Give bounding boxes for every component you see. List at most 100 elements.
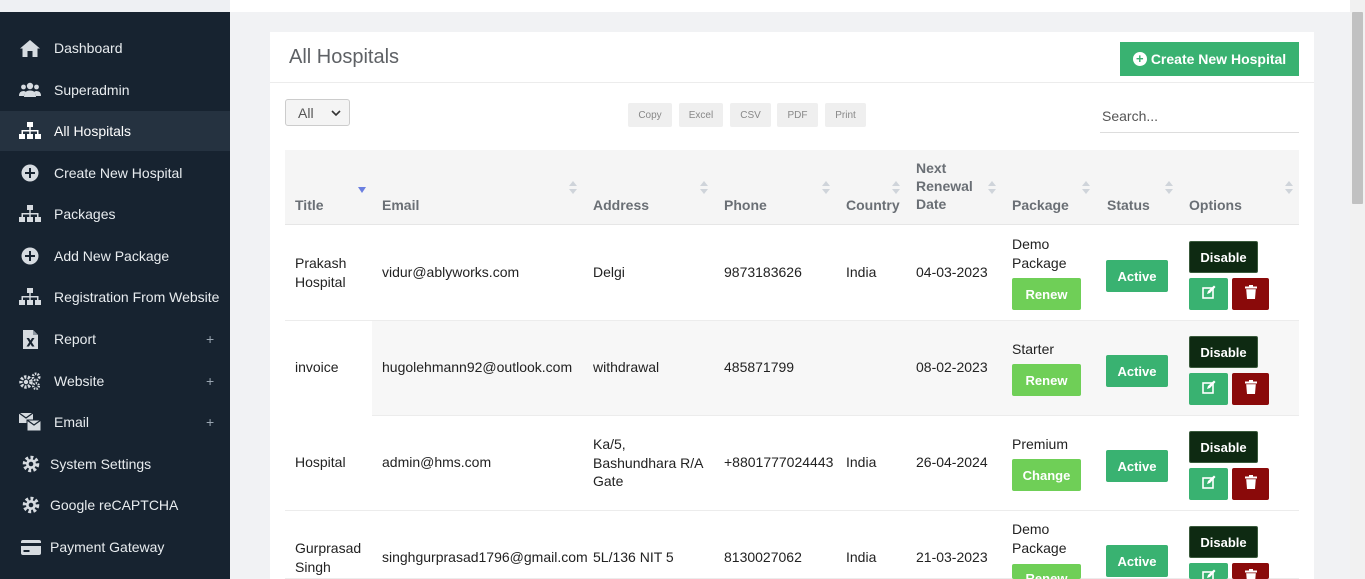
renew-button[interactable]: Renew (1012, 564, 1081, 579)
expand-icon[interactable]: + (206, 331, 214, 347)
sidebar-item-registration-from-website[interactable]: Registration From Website (0, 277, 230, 317)
sort-icon[interactable] (1165, 181, 1173, 195)
column-header-options[interactable]: Options (1189, 196, 1242, 214)
sidebar-item-create-new-hospital[interactable]: Create New Hospital (0, 153, 230, 193)
column-header-country[interactable]: Country (846, 196, 900, 214)
page-length-select[interactable]: All (285, 99, 350, 126)
pdf-button[interactable]: PDF (777, 103, 818, 127)
hospital-phone: +8801777024443 (724, 454, 834, 470)
hospital-phone: 8130027062 (724, 549, 802, 565)
sidebar-item-label: System Settings (50, 456, 152, 472)
hospital-package: Demo Package (1012, 521, 1067, 556)
sidebar-item-system-settings[interactable]: System Settings (0, 444, 230, 484)
page-length-value: All (298, 104, 314, 121)
sidebar-item-all-hospitals[interactable]: All Hospitals (0, 111, 230, 151)
renew-button[interactable]: Renew (1012, 278, 1081, 310)
page-title: All Hospitals (289, 46, 400, 68)
renew-button[interactable]: Renew (1012, 364, 1081, 396)
disable-button[interactable]: Disable (1189, 431, 1258, 463)
hospital-title: Gurprasad Singh (295, 540, 362, 575)
sort-icon[interactable] (1082, 181, 1090, 195)
hospital-address: 5L/136 NIT 5 (593, 549, 674, 565)
sidebar-item-dashboard[interactable]: Dashboard (0, 28, 230, 68)
sort-icon[interactable] (822, 181, 830, 195)
plus-circle-icon (19, 246, 41, 266)
hospital-address: Ka/5, Bashundhara R/A Gate (593, 436, 704, 489)
edit-button[interactable] (1189, 468, 1228, 500)
hospital-email: vidur@ablyworks.com (382, 264, 520, 280)
sort-icon[interactable] (892, 181, 900, 195)
hospital-renewal-date: 26-04-2024 (916, 454, 988, 470)
sidebar-item-label: Create New Hospital (54, 165, 183, 181)
sidebar-item-google-recaptcha[interactable]: Google reCAPTCHA (0, 485, 230, 525)
sidebar-item-packages[interactable]: Packages (0, 194, 230, 234)
delete-button[interactable] (1232, 373, 1269, 405)
sidebar-item-label: Report (54, 331, 97, 347)
edit-button[interactable] (1189, 278, 1228, 310)
sort-icon[interactable] (1285, 181, 1293, 195)
delete-button[interactable] (1232, 563, 1269, 579)
credit-card-icon (20, 537, 42, 557)
create-new-hospital-button[interactable]: + Create New Hospital (1120, 42, 1299, 76)
change-button[interactable]: Change (1012, 459, 1081, 491)
hospital-email: hugolehmann92@outlook.com (382, 359, 573, 375)
sitemap-icon (19, 121, 41, 141)
hospital-address: Delgi (593, 264, 625, 280)
edit-button[interactable] (1189, 563, 1228, 579)
print-button[interactable]: Print (825, 103, 866, 127)
chevron-down-icon (331, 106, 341, 122)
create-button-label: Create New Hospital (1150, 51, 1287, 67)
column-header-address[interactable]: Address (593, 196, 649, 214)
sidebar-item-label: Add New Package (54, 248, 170, 264)
column-header-email[interactable]: Email (382, 196, 419, 214)
disable-button[interactable]: Disable (1189, 526, 1258, 558)
sort-icon[interactable] (569, 181, 577, 195)
sidebar-item-report[interactable]: Report + (0, 319, 230, 359)
plus-circle-icon: + (1132, 52, 1147, 66)
excel-button[interactable]: Excel (679, 103, 723, 127)
sidebar-item-payment-gateway[interactable]: Payment Gateway (0, 527, 230, 567)
csv-button[interactable]: CSV (730, 103, 771, 127)
disable-button[interactable]: Disable (1189, 336, 1258, 368)
sidebar-item-superadmin[interactable]: Superadmin (0, 70, 230, 110)
sidebar-item-email[interactable]: Email + (0, 402, 230, 442)
sidebar-item-website[interactable]: Website + (0, 361, 230, 401)
delete-button[interactable] (1232, 278, 1269, 310)
status-badge[interactable]: Active (1106, 545, 1168, 577)
hospital-email: singhgurprasad1796@gmail.com (382, 549, 588, 565)
search-input[interactable] (1100, 100, 1299, 133)
sidebar: Dashboard Superadmin All Hospitals Creat… (0, 12, 230, 579)
copy-button[interactable]: Copy (628, 103, 672, 127)
column-header-status[interactable]: Status (1107, 196, 1150, 214)
sidebar-item-label: Registration From Website (54, 289, 220, 305)
delete-button[interactable] (1232, 468, 1269, 500)
home-icon (19, 38, 41, 58)
disable-button[interactable]: Disable (1189, 241, 1258, 273)
hospital-country: India (846, 264, 877, 280)
sort-icon[interactable] (988, 181, 996, 195)
plus-circle-icon (19, 163, 41, 183)
hospital-email: admin@hms.com (382, 454, 492, 470)
column-header-phone[interactable]: Phone (724, 196, 767, 214)
status-badge[interactable]: Active (1106, 260, 1168, 292)
edit-button[interactable] (1189, 373, 1228, 405)
sort-icon[interactable] (700, 181, 708, 195)
status-badge[interactable]: Active (1106, 450, 1168, 482)
panel-divider (270, 82, 1314, 83)
trash-icon (1244, 569, 1257, 579)
expand-icon[interactable]: + (206, 414, 214, 430)
column-header-package[interactable]: Package (1012, 196, 1069, 214)
column-header-title[interactable]: Title (295, 196, 324, 214)
expand-icon[interactable]: + (206, 373, 214, 389)
scrollbar-thumb[interactable] (1352, 12, 1363, 204)
status-badge[interactable]: Active (1106, 355, 1168, 387)
hospital-renewal-date: 04-03-2023 (916, 264, 988, 280)
sidebar-item-label: Dashboard (54, 40, 123, 56)
column-header-next-renewal-date[interactable]: Next Renewal Date (916, 159, 973, 213)
sidebar-item-add-new-package[interactable]: Add New Package (0, 236, 230, 276)
hospital-renewal-date: 21-03-2023 (916, 549, 988, 565)
sort-desc-icon[interactable] (358, 187, 366, 193)
mail-bulk-icon (19, 412, 41, 432)
edit-icon (1201, 285, 1216, 304)
edit-icon (1201, 475, 1216, 494)
